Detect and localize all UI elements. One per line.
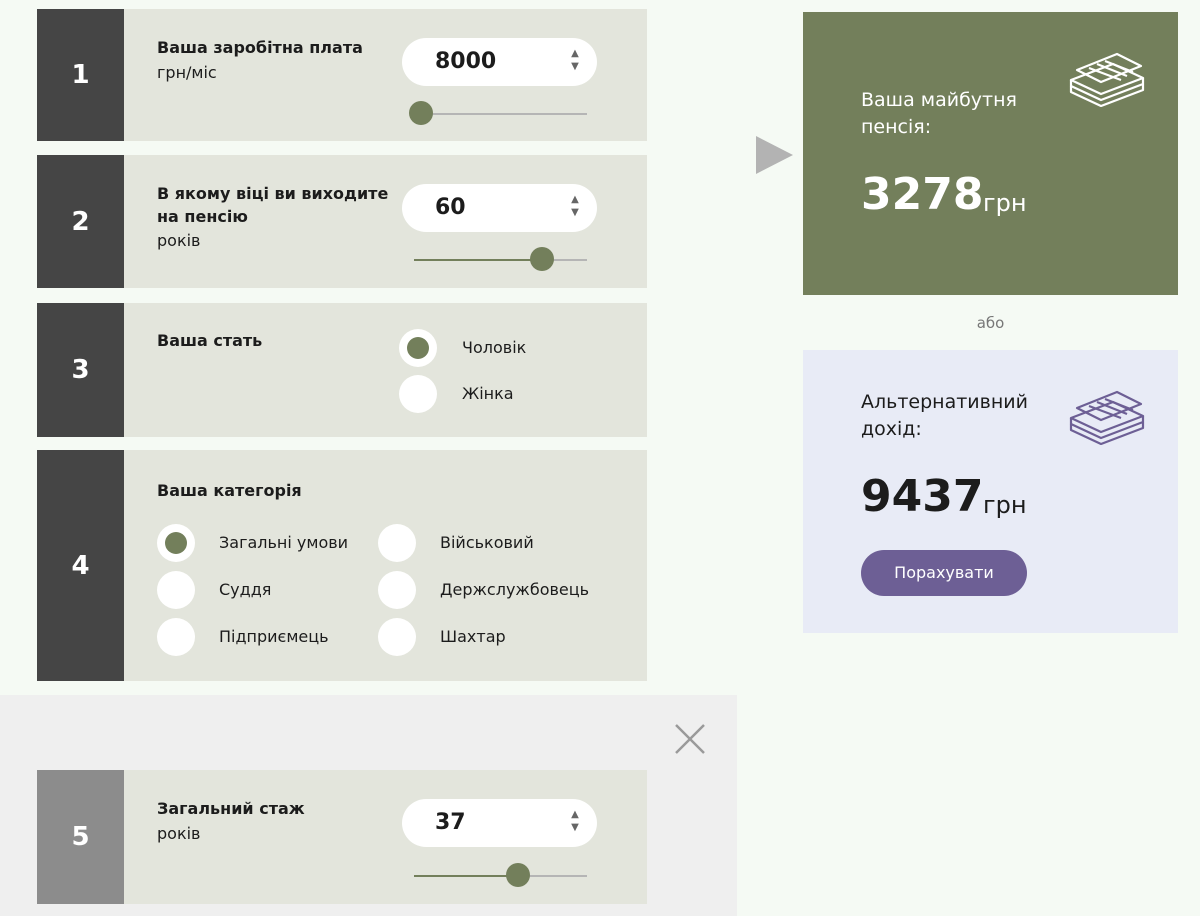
category-title: Ваша категорія xyxy=(157,481,302,500)
radio-label-entrepreneur: Підприємець xyxy=(219,627,329,646)
age-label: В якому віці ви виходите на пенсію років xyxy=(157,182,392,253)
gender-label: Ваша стать xyxy=(157,328,262,353)
decrement-icon[interactable]: ▼ xyxy=(571,208,579,218)
radio-label-male: Чоловік xyxy=(462,338,527,357)
gender-card: 3 Ваша стать Чоловік Жінка xyxy=(37,303,647,437)
increment-icon[interactable]: ▲ xyxy=(571,49,579,59)
slider-fill xyxy=(414,875,518,877)
close-icon[interactable] xyxy=(673,722,707,756)
pension-unit: грн xyxy=(983,189,1027,217)
gender-title: Ваша стать xyxy=(157,331,263,350)
slider-thumb[interactable] xyxy=(408,101,433,125)
radio-label-general: Загальні умови xyxy=(219,533,349,552)
radio-label-miner: Шахтар xyxy=(440,627,506,646)
experience-label: Загальний стаж років xyxy=(157,796,305,846)
play-arrow-icon xyxy=(756,136,793,174)
increment-icon[interactable]: ▲ xyxy=(571,810,579,820)
category-label: Ваша категорія xyxy=(157,478,302,503)
experience-value[interactable]: 37 xyxy=(435,799,466,847)
radio-label-judge: Суддя xyxy=(219,580,272,599)
radio-military[interactable] xyxy=(378,524,416,562)
salary-unit: грн/міс xyxy=(157,63,217,82)
age-slider[interactable] xyxy=(414,247,587,271)
step-number: 1 xyxy=(37,9,124,141)
radio-female[interactable] xyxy=(399,375,437,413)
salary-value[interactable]: 8000 xyxy=(435,38,496,86)
or-separator: або xyxy=(976,314,1005,332)
slider-thumb[interactable] xyxy=(530,247,555,271)
radio-male[interactable] xyxy=(399,329,437,367)
salary-stepper[interactable]: 8000 ▲ ▼ xyxy=(402,38,597,86)
money-stack-icon xyxy=(1069,52,1145,107)
step-number: 4 xyxy=(37,450,124,681)
age-unit: років xyxy=(157,231,201,250)
alternative-value: 9437 xyxy=(861,471,984,522)
radio-label-female: Жінка xyxy=(462,384,514,403)
experience-stepper[interactable]: 37 ▲ ▼ xyxy=(402,799,597,847)
step-number: 5 xyxy=(37,770,124,904)
slider-thumb[interactable] xyxy=(505,863,530,887)
decrement-icon[interactable]: ▼ xyxy=(571,62,579,72)
experience-slider[interactable] xyxy=(414,863,587,887)
salary-card: 1 Ваша заробітна плата грн/міс 8000 ▲ ▼ xyxy=(37,9,647,141)
radio-civil-servant[interactable] xyxy=(378,571,416,609)
pension-result-panel: Ваша майбутня пенсія: 3278 грн xyxy=(803,12,1178,295)
retirement-age-card: 2 В якому віці ви виходите на пенсію рок… xyxy=(37,155,647,288)
radio-selected-dot xyxy=(165,532,187,554)
alternative-unit: грн xyxy=(983,491,1027,519)
increment-icon[interactable]: ▲ xyxy=(571,195,579,205)
salary-label: Ваша заробітна плата грн/міс xyxy=(157,35,363,85)
alternative-income-panel: Альтернативний дохід: 9437 грн Порахуват… xyxy=(803,350,1178,633)
age-title: В якому віці ви виходите на пенсію xyxy=(157,184,389,226)
experience-card: 5 Загальний стаж років 37 ▲ ▼ xyxy=(37,770,647,904)
radio-judge[interactable] xyxy=(157,571,195,609)
radio-label-military: Військовий xyxy=(440,533,534,552)
category-card: 4 Ваша категорія Загальні умови Військов… xyxy=(37,450,647,681)
radio-selected-dot xyxy=(407,337,429,359)
pension-value: 3278 xyxy=(861,169,984,220)
calculate-button[interactable]: Порахувати xyxy=(861,550,1027,596)
alternative-title: Альтернативний дохід: xyxy=(861,391,1028,440)
money-stack-icon xyxy=(1069,390,1145,445)
slider-fill xyxy=(414,259,543,261)
experience-title: Загальний стаж xyxy=(157,799,305,818)
decrement-icon[interactable]: ▼ xyxy=(571,823,579,833)
radio-label-civil-servant: Держслужбовець xyxy=(440,580,590,599)
step-number: 2 xyxy=(37,155,124,288)
step-number: 3 xyxy=(37,303,124,437)
salary-title: Ваша заробітна плата xyxy=(157,38,363,57)
salary-slider[interactable] xyxy=(408,101,587,125)
age-stepper[interactable]: 60 ▲ ▼ xyxy=(402,184,597,232)
experience-unit: років xyxy=(157,824,201,843)
radio-miner[interactable] xyxy=(378,618,416,656)
pension-title: Ваша майбутня пенсія: xyxy=(861,89,1017,138)
radio-general[interactable] xyxy=(157,524,195,562)
age-value[interactable]: 60 xyxy=(435,184,466,232)
radio-entrepreneur[interactable] xyxy=(157,618,195,656)
